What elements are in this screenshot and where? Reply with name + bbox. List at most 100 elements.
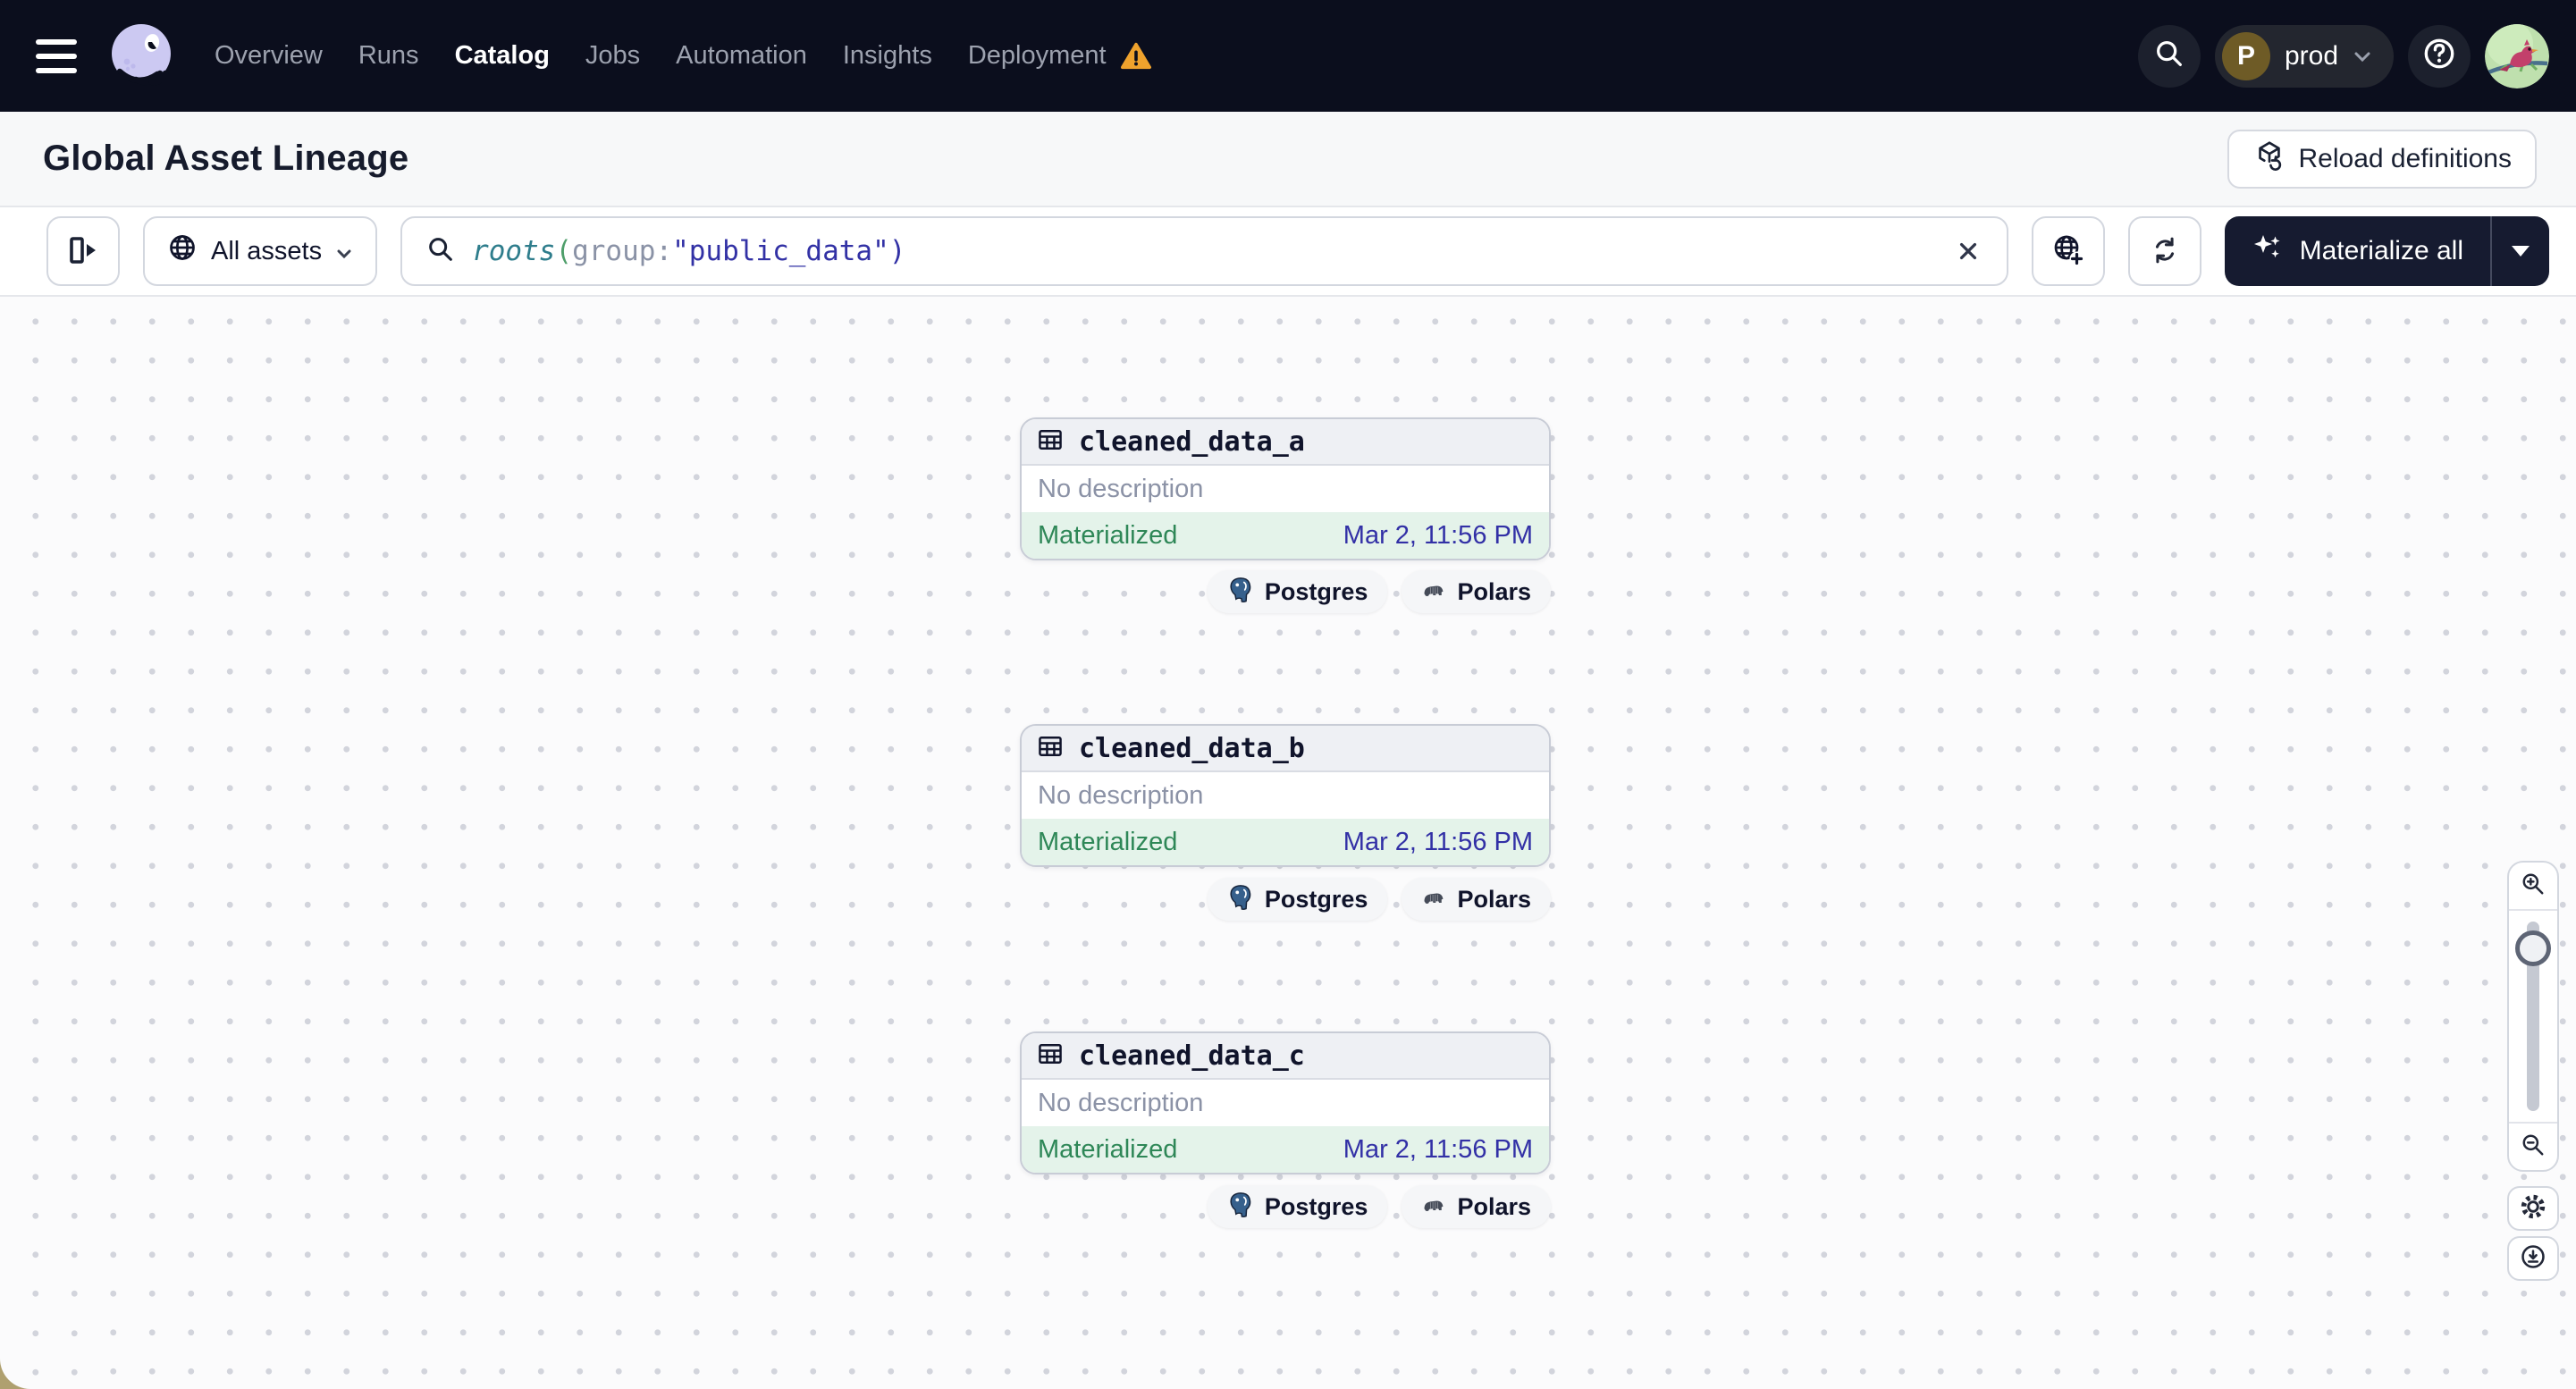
asset-tags-row: Postgres Polars	[1025, 1185, 1551, 1228]
globe-icon	[166, 232, 198, 271]
materialization-timestamp-link[interactable]: Mar 2, 11:56 PM	[1343, 828, 1533, 857]
table-icon	[1036, 425, 1065, 459]
asset-node-cleaned-data-b[interactable]: cleaned_data_b No description Materializ…	[1020, 724, 1551, 867]
reload-definitions-button[interactable]: Reload definitions	[2227, 129, 2537, 189]
search-button[interactable]	[2137, 24, 2201, 88]
tag-label: Polars	[1457, 1192, 1531, 1220]
asset-tags-row: Postgres Polars	[1025, 878, 1551, 921]
status-badge: Materialized	[1038, 520, 1178, 550]
polars-icon	[1421, 1191, 1446, 1223]
panel-expand-icon	[65, 232, 101, 271]
tag-postgres[interactable]: Postgres	[1207, 1185, 1388, 1228]
asset-name: cleaned_data_b	[1079, 732, 1305, 764]
nav-link-runs[interactable]: Runs	[358, 41, 419, 71]
view-graph-button[interactable]	[2031, 216, 2105, 286]
search-icon	[2152, 37, 2186, 75]
zoom-out-icon	[2519, 1131, 2547, 1164]
asset-status-row: Materialized Mar 2, 11:56 PM	[1022, 1126, 1549, 1173]
asset-node-header[interactable]: cleaned_data_b	[1022, 726, 1549, 772]
help-icon	[2420, 35, 2458, 77]
nav-link-automation[interactable]: Automation	[676, 41, 807, 71]
tag-label: Postgres	[1264, 1192, 1368, 1220]
caret-down-icon	[2512, 246, 2530, 257]
zoom-in-button[interactable]	[2509, 863, 2557, 909]
asset-tags-row: Postgres Polars	[1025, 570, 1551, 613]
search-icon	[425, 234, 456, 269]
asset-selection-query: roots(group: "public_data")	[472, 235, 906, 267]
download-icon	[2518, 1242, 2548, 1276]
reload-definitions-label: Reload definitions	[2298, 143, 2513, 173]
zoom-slider-handle[interactable]	[2515, 930, 2551, 966]
refresh-icon	[2148, 233, 2182, 270]
sparkles-icon	[2252, 232, 2284, 271]
user-avatar[interactable]	[2485, 23, 2549, 88]
menu-icon[interactable]	[36, 29, 89, 83]
asset-status-row: Materialized Mar 2, 11:56 PM	[1022, 512, 1549, 559]
materialize-options-button[interactable]	[2492, 216, 2549, 286]
tag-polars[interactable]: Polars	[1402, 570, 1551, 613]
download-image-button[interactable]	[2507, 1236, 2559, 1281]
lineage-toolbar: All assets roots(group: "public_data") M…	[0, 207, 2576, 297]
expand-left-panel-button[interactable]	[46, 216, 120, 286]
asset-status-row: Materialized Mar 2, 11:56 PM	[1022, 819, 1549, 865]
materialize-all-label: Materialize all	[2299, 236, 2463, 265]
tag-polars[interactable]: Polars	[1402, 878, 1551, 921]
tag-postgres[interactable]: Postgres	[1207, 570, 1388, 613]
nav-right-cluster: P prod	[2137, 23, 2549, 88]
status-badge: Materialized	[1038, 827, 1178, 856]
tag-label: Polars	[1457, 577, 1531, 605]
asset-description: No description	[1022, 772, 1549, 819]
asset-node-header[interactable]: cleaned_data_c	[1022, 1033, 1549, 1080]
zoom-in-icon	[2519, 870, 2547, 903]
help-button[interactable]	[2408, 24, 2471, 88]
asset-node-cleaned-data-a[interactable]: cleaned_data_a No description Materializ…	[1020, 417, 1551, 560]
globe-plus-icon	[2050, 232, 2086, 271]
asset-scope-dropdown[interactable]: All assets	[143, 216, 378, 286]
tag-label: Postgres	[1264, 577, 1368, 605]
tag-postgres[interactable]: Postgres	[1207, 878, 1388, 921]
materialize-split-button: Materialize all	[2224, 216, 2549, 286]
asset-description: No description	[1022, 466, 1549, 512]
zoom-out-button[interactable]	[2509, 1124, 2557, 1170]
asset-description: No description	[1022, 1080, 1549, 1126]
zoom-controls	[2507, 861, 2559, 1172]
refresh-button[interactable]	[2127, 216, 2201, 286]
nav-links: Overview Runs Catalog Jobs Automation In…	[215, 41, 1151, 72]
canvas-rounded-corner	[0, 1309, 80, 1389]
postgres-icon	[1227, 883, 1254, 916]
chevron-down-icon	[334, 241, 354, 261]
asset-name: cleaned_data_a	[1079, 425, 1305, 458]
asset-selection-input[interactable]: roots(group: "public_data")	[400, 216, 2008, 286]
materialize-all-button[interactable]: Materialize all	[2225, 216, 2490, 286]
warning-triangle-icon[interactable]	[1120, 41, 1151, 72]
environment-name: prod	[2284, 40, 2338, 71]
chevron-down-icon	[2353, 46, 2372, 66]
postgres-icon	[1227, 1191, 1254, 1224]
zoom-slider[interactable]	[2509, 911, 2557, 1122]
nav-link-jobs[interactable]: Jobs	[585, 41, 640, 71]
tag-polars[interactable]: Polars	[1402, 1185, 1551, 1228]
table-icon	[1036, 1040, 1065, 1073]
nav-link-insights[interactable]: Insights	[843, 41, 932, 71]
environment-initial-badge: P	[2221, 31, 2270, 80]
dagster-logo-icon[interactable]	[105, 21, 177, 92]
asset-node-cleaned-data-c[interactable]: cleaned_data_c No description Materializ…	[1020, 1031, 1551, 1174]
nav-link-catalog[interactable]: Catalog	[455, 41, 550, 71]
materialization-timestamp-link[interactable]: Mar 2, 11:56 PM	[1343, 1135, 1533, 1165]
environment-switcher[interactable]: P prod	[2214, 24, 2394, 88]
page-header: Global Asset Lineage Reload definitions	[0, 112, 2576, 207]
status-badge: Materialized	[1038, 1134, 1178, 1164]
tag-label: Postgres	[1264, 885, 1368, 913]
asset-node-header[interactable]: cleaned_data_a	[1022, 419, 1549, 466]
graph-settings-button[interactable]	[2507, 1186, 2559, 1231]
top-nav: Overview Runs Catalog Jobs Automation In…	[0, 0, 2576, 112]
materialization-timestamp-link[interactable]: Mar 2, 11:56 PM	[1343, 521, 1533, 551]
tag-label: Polars	[1457, 885, 1531, 913]
page-title: Global Asset Lineage	[43, 139, 409, 178]
nav-link-deployment[interactable]: Deployment	[968, 41, 1107, 71]
gear-icon	[2518, 1191, 2548, 1226]
clear-search-icon[interactable]	[1953, 236, 1983, 266]
reload-cube-icon	[2252, 139, 2286, 180]
lineage-canvas[interactable]: cleaned_data_a No description Materializ…	[0, 297, 2576, 1389]
nav-link-overview[interactable]: Overview	[215, 41, 323, 71]
